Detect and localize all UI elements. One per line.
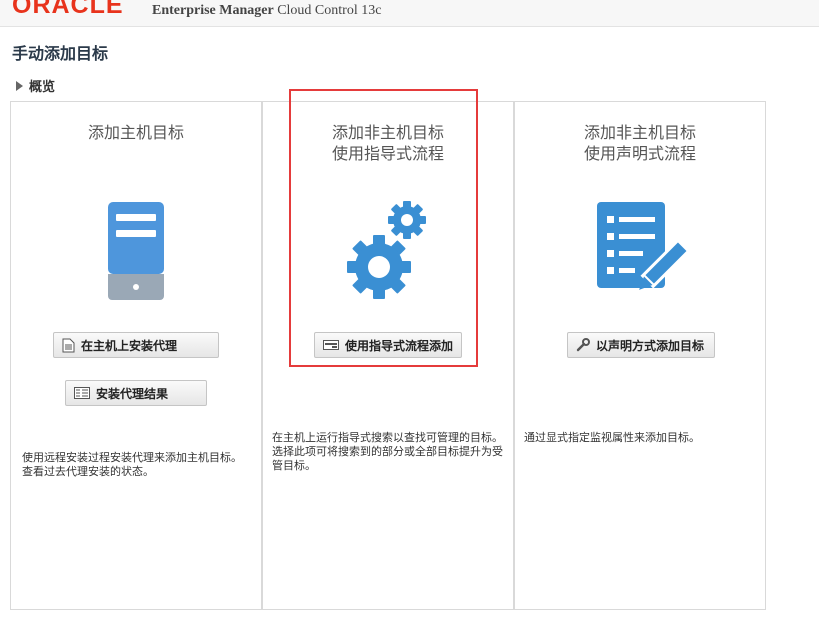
install-agent-on-host-button[interactable]: 在主机上安装代理 — [53, 332, 219, 358]
panel-title-line1: 添加非主机目标 — [331, 123, 444, 142]
install-agent-on-host-label: 在主机上安装代理 — [81, 338, 178, 353]
document-icon — [62, 338, 75, 352]
panel-title-line2: 使用声明式流程 — [583, 144, 696, 163]
product-title: Enterprise Manager Cloud Control 13c — [152, 3, 381, 19]
add-nonhost-declarative-panel: 添加非主机目标 使用声明式流程 以声明方式添加目标 通过显式指定监视属性来添加目… — [514, 101, 766, 610]
guided-add-icon — [323, 340, 339, 350]
app-header: ORACLE Enterprise Manager Cloud Control … — [0, 0, 819, 27]
panel-title: 添加非主机目标 使用声明式流程 — [515, 122, 765, 164]
form-edit-icon — [597, 202, 689, 302]
server-icon — [108, 202, 164, 300]
wrench-icon — [576, 338, 590, 352]
gears-icon — [345, 200, 431, 302]
oracle-logo: ORACLE — [12, 0, 124, 19]
panel-title: 添加主机目标 — [11, 122, 261, 143]
add-using-guided-process-button[interactable]: 使用指导式流程添加 — [314, 332, 462, 358]
panel-description: 在主机上运行指导式搜索以查找可管理的目标。选择此项可将搜索到的部分或全部目标提升… — [272, 431, 503, 472]
panel-title-line2: 使用指导式流程 — [331, 144, 444, 163]
panel-title: 添加非主机目标 使用指导式流程 — [263, 122, 513, 164]
agent-install-results-label: 安装代理结果 — [96, 386, 169, 401]
page-title: 手动添加目标 — [12, 44, 109, 63]
product-suffix: Cloud Control 13c — [277, 3, 382, 18]
product-name: Enterprise Manager — [152, 3, 274, 18]
add-nonhost-guided-panel: 添加非主机目标 使用指导式流程 使用指导式流程添加 在主机上运行指导式搜索以查找… — [262, 101, 514, 610]
overview-label: 概览 — [29, 80, 56, 95]
panel-description: 使用远程安装过程安装代理来添加主机目标。查看过去代理安装的状态。 — [22, 451, 242, 478]
panel-title-line1: 添加主机目标 — [87, 123, 184, 142]
add-host-targets-panel: 添加主机目标 在主机上安装代理 安装代理结果 使用远程安装过程安装代理来添加主机… — [10, 101, 262, 610]
results-list-icon — [74, 387, 90, 399]
disclosure-triangle-icon — [16, 80, 23, 91]
agent-install-results-button[interactable]: 安装代理结果 — [65, 380, 207, 406]
panel-description: 通过显式指定监视属性来添加目标。 — [524, 431, 700, 444]
add-targets-declaratively-label: 以声明方式添加目标 — [596, 338, 705, 353]
add-targets-declaratively-button[interactable]: 以声明方式添加目标 — [567, 332, 715, 358]
overview-toggle[interactable]: 概览 — [16, 76, 55, 95]
add-using-guided-process-label: 使用指导式流程添加 — [344, 338, 453, 353]
panel-title-line1: 添加非主机目标 — [583, 123, 696, 142]
